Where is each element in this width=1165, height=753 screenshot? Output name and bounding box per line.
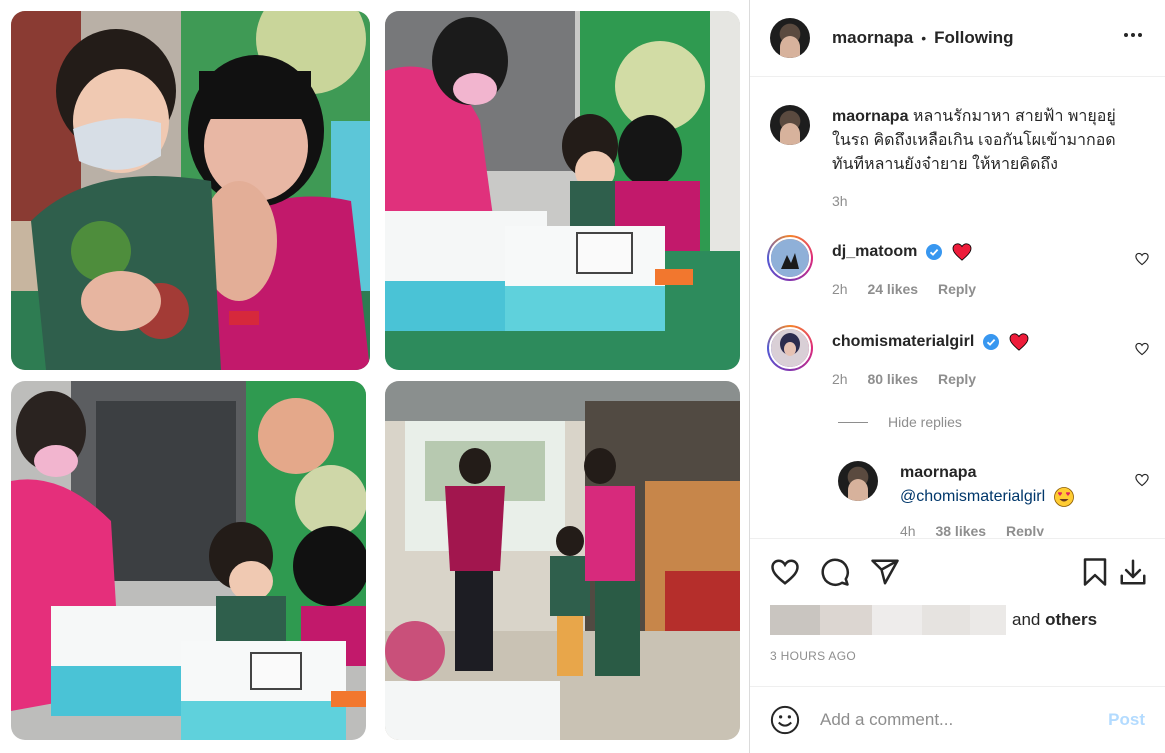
hide-replies-label: Hide replies <box>888 414 962 430</box>
like-comment-icon[interactable] <box>1135 342 1149 356</box>
verified-icon <box>982 333 999 350</box>
comment-time[interactable]: 2h <box>832 371 848 387</box>
comment: dj_matoom 2h 24 likes Reply <box>767 235 1149 308</box>
photo-greeting <box>385 11 740 370</box>
reply-likes[interactable]: 38 likes <box>935 523 986 536</box>
likes-others[interactable]: others <box>1045 610 1097 630</box>
heart-eyes-emoji-icon <box>1053 486 1074 507</box>
header-username[interactable]: maornapa <box>832 28 913 48</box>
photo-hug <box>11 11 370 370</box>
story-ring[interactable] <box>767 235 813 281</box>
post-side-panel: maornapa • Following maornapa หลานรักมาห… <box>750 0 1165 753</box>
hide-replies-button[interactable]: Hide replies <box>838 414 962 430</box>
comment: chomismaterialgirl 2h 80 likes Reply <box>767 325 1149 398</box>
reply-button[interactable]: Reply <box>1006 523 1044 536</box>
header-separator: • <box>921 30 927 46</box>
reply-username[interactable]: maornapa <box>900 464 976 481</box>
post-actions: and others 3 HOURS AGO <box>750 538 1165 686</box>
send-icon[interactable] <box>870 557 900 587</box>
bookmark-icon[interactable] <box>1080 557 1110 587</box>
more-options-icon[interactable] <box>1121 23 1145 53</box>
like-comment-icon[interactable] <box>1135 473 1149 487</box>
likers-avatars-blurred <box>770 605 1006 635</box>
avatar[interactable] <box>770 18 810 58</box>
post-button[interactable]: Post <box>1108 710 1145 730</box>
following-button[interactable]: Following <box>934 28 1013 48</box>
story-ring[interactable] <box>767 325 813 371</box>
reply-button[interactable]: Reply <box>938 281 976 297</box>
red-heart-icon <box>1009 333 1029 351</box>
comment-username[interactable]: chomismaterialgirl <box>832 333 974 350</box>
comment-icon[interactable] <box>820 557 850 587</box>
comment-likes[interactable]: 24 likes <box>867 281 918 297</box>
caption-username[interactable]: maornapa <box>832 108 908 125</box>
photo-boy-boxes <box>11 381 366 740</box>
comment-input[interactable]: Add a comment... <box>820 710 1108 730</box>
likes-and: and <box>1012 610 1041 629</box>
reply-comment: maornapa @chomismaterialgirl 4h 38 likes… <box>838 461 1149 536</box>
comment-composer: Add a comment... Post <box>750 686 1165 753</box>
instagram-post: maornapa • Following maornapa หลานรักมาห… <box>0 0 1165 753</box>
emoji-icon[interactable] <box>770 705 800 735</box>
download-icon[interactable] <box>1118 557 1148 587</box>
red-heart-icon <box>952 243 972 261</box>
avatar[interactable] <box>838 461 878 501</box>
caption: maornapa หลานรักมาหา สายฟ้า พายุอยู่ในรถ… <box>770 105 1149 225</box>
divider <box>838 421 868 423</box>
reply-button[interactable]: Reply <box>938 371 976 387</box>
photo-walking <box>385 381 740 740</box>
post-media[interactable] <box>0 0 750 753</box>
verified-icon <box>925 243 942 260</box>
reply-time[interactable]: 4h <box>900 523 916 536</box>
avatar[interactable] <box>770 105 810 145</box>
mention-link[interactable]: @chomismaterialgirl <box>900 488 1045 505</box>
comments-list[interactable]: maornapa หลานรักมาหา สายฟ้า พายุอยู่ในรถ… <box>750 78 1165 536</box>
likes-summary[interactable]: and others <box>770 605 1097 635</box>
like-comment-icon[interactable] <box>1135 252 1149 266</box>
comment-username[interactable]: dj_matoom <box>832 243 917 260</box>
post-timestamp[interactable]: 3 HOURS AGO <box>770 649 856 663</box>
comment-likes[interactable]: 80 likes <box>867 371 918 387</box>
post-header: maornapa • Following <box>750 0 1165 77</box>
heart-outline-icon[interactable] <box>770 557 800 587</box>
caption-time[interactable]: 3h <box>832 193 848 209</box>
comment-time[interactable]: 2h <box>832 281 848 297</box>
